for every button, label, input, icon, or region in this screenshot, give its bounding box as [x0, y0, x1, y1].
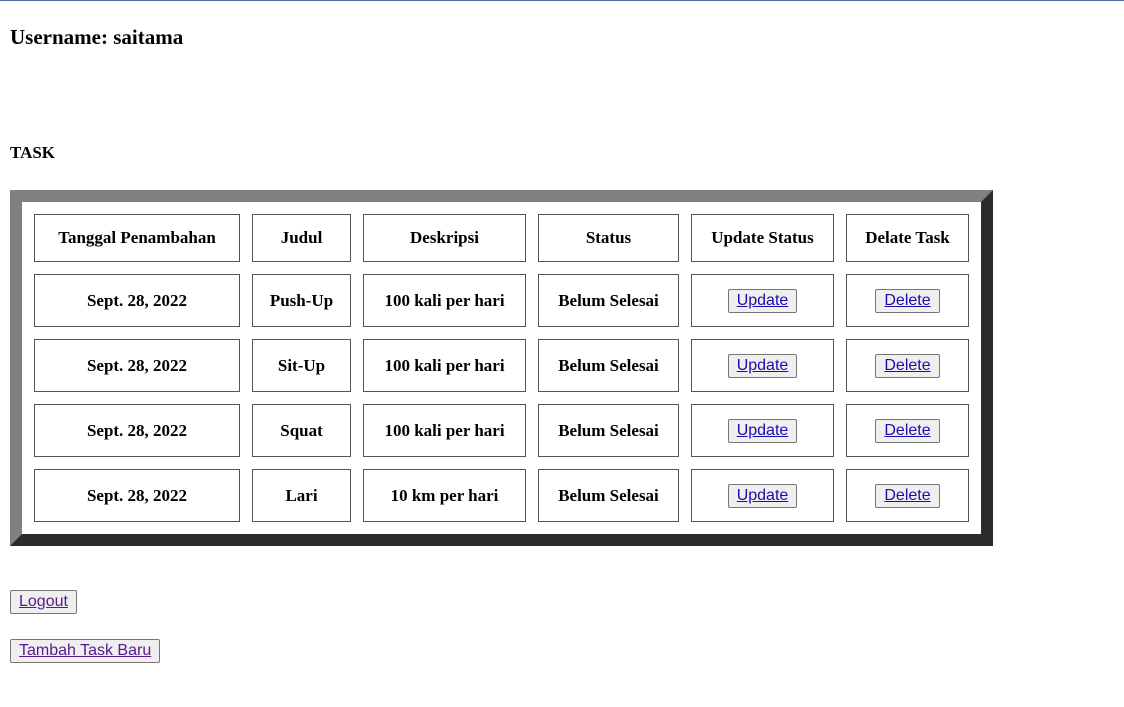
cell-update: Update — [691, 274, 834, 327]
cell-update: Update — [691, 339, 834, 392]
cell-delete: Delete — [846, 339, 969, 392]
cell-delete: Delete — [846, 404, 969, 457]
cell-status: Belum Selesai — [538, 339, 679, 392]
update-button[interactable]: Update — [727, 353, 798, 378]
cell-title: Sit-Up — [252, 339, 351, 392]
table-row: Sept. 28, 2022 Push-Up 100 kali per hari… — [34, 274, 969, 327]
cell-title: Push-Up — [252, 274, 351, 327]
cell-title: Squat — [252, 404, 351, 457]
table-row: Sept. 28, 2022 Sit-Up 100 kali per hari … — [34, 339, 969, 392]
cell-date: Sept. 28, 2022 — [34, 469, 240, 522]
header-status: Status — [538, 214, 679, 262]
task-section-heading: TASK — [10, 143, 56, 162]
update-button[interactable]: Update — [727, 288, 798, 313]
table-header-row: Tanggal Penambahan Judul Deskripsi Statu… — [34, 214, 969, 262]
update-button[interactable]: Update — [727, 483, 798, 508]
cell-description: 10 km per hari — [363, 469, 526, 522]
cell-description: 100 kali per hari — [363, 404, 526, 457]
delete-button[interactable]: Delete — [875, 418, 940, 443]
cell-delete: Delete — [846, 274, 969, 327]
cell-date: Sept. 28, 2022 — [34, 404, 240, 457]
cell-date: Sept. 28, 2022 — [34, 274, 240, 327]
header-delete-task: Delate Task — [846, 214, 969, 262]
cell-update: Update — [691, 404, 834, 457]
task-table: Tanggal Penambahan Judul Deskripsi Statu… — [22, 202, 981, 534]
username-heading: Username: saitama — [10, 25, 184, 49]
header-update-status: Update Status — [691, 214, 834, 262]
cell-status: Belum Selesai — [538, 469, 679, 522]
cell-description: 100 kali per hari — [363, 274, 526, 327]
cell-update: Update — [691, 469, 834, 522]
header-deskripsi: Deskripsi — [363, 214, 526, 262]
logout-button[interactable]: Logout — [10, 590, 77, 614]
header-judul: Judul — [252, 214, 351, 262]
delete-button[interactable]: Delete — [875, 483, 940, 508]
top-divider — [0, 0, 1124, 1]
cell-delete: Delete — [846, 469, 969, 522]
delete-button[interactable]: Delete — [875, 353, 940, 378]
cell-status: Belum Selesai — [538, 274, 679, 327]
task-table-frame: Tanggal Penambahan Judul Deskripsi Statu… — [10, 190, 993, 546]
header-tanggal-penambahan: Tanggal Penambahan — [34, 214, 240, 262]
cell-description: 100 kali per hari — [363, 339, 526, 392]
cell-title: Lari — [252, 469, 351, 522]
add-task-button[interactable]: Tambah Task Baru — [10, 639, 161, 663]
table-row: Sept. 28, 2022 Lari 10 km per hari Belum… — [34, 469, 969, 522]
cell-status: Belum Selesai — [538, 404, 679, 457]
delete-button[interactable]: Delete — [875, 288, 940, 313]
cell-date: Sept. 28, 2022 — [34, 339, 240, 392]
table-row: Sept. 28, 2022 Squat 100 kali per hari B… — [34, 404, 969, 457]
update-button[interactable]: Update — [727, 418, 798, 443]
